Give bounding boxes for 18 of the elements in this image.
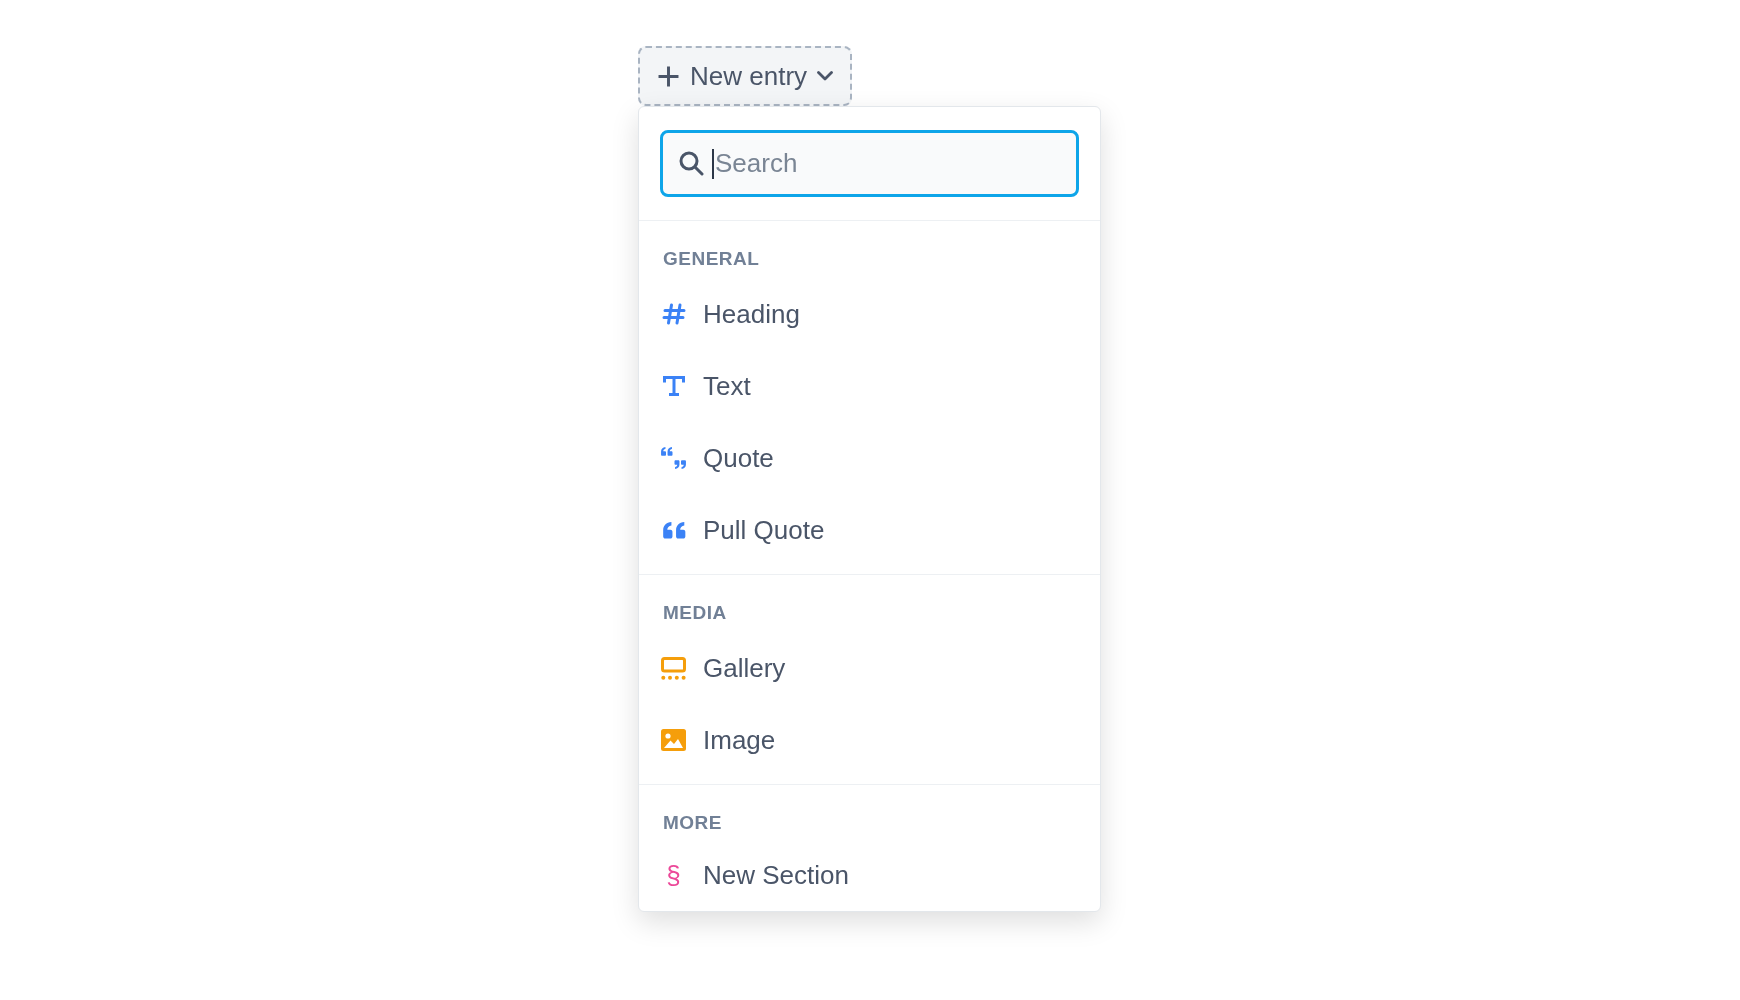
- menu-item[interactable]: Image: [663, 721, 776, 759]
- search-field[interactable]: Search: [660, 130, 1079, 197]
- section-heading: MORE: [663, 811, 722, 835]
- menu-item[interactable]: Quote: [663, 439, 774, 477]
- section-sign-icon: §: [666, 860, 681, 890]
- add-dropdown-button[interactable]: New entry: [638, 46, 852, 106]
- caret-icon: [817, 71, 834, 81]
- section-heading: MEDIA: [663, 601, 727, 625]
- menu-item[interactable]: Heading: [663, 295, 800, 333]
- menu-item[interactable]: Gallery: [663, 649, 786, 687]
- menu-item[interactable]: Text: [663, 367, 751, 405]
- text-cursor-icon: [712, 148, 714, 179]
- search-icon: [679, 151, 704, 176]
- menu-item[interactable]: § New Section: [663, 856, 849, 894]
- menu-item[interactable]: Pull Quote: [663, 511, 825, 549]
- section-heading: GENERAL: [663, 247, 760, 271]
- plus-icon: [658, 65, 679, 87]
- search-input[interactable]: Search: [715, 143, 1064, 184]
